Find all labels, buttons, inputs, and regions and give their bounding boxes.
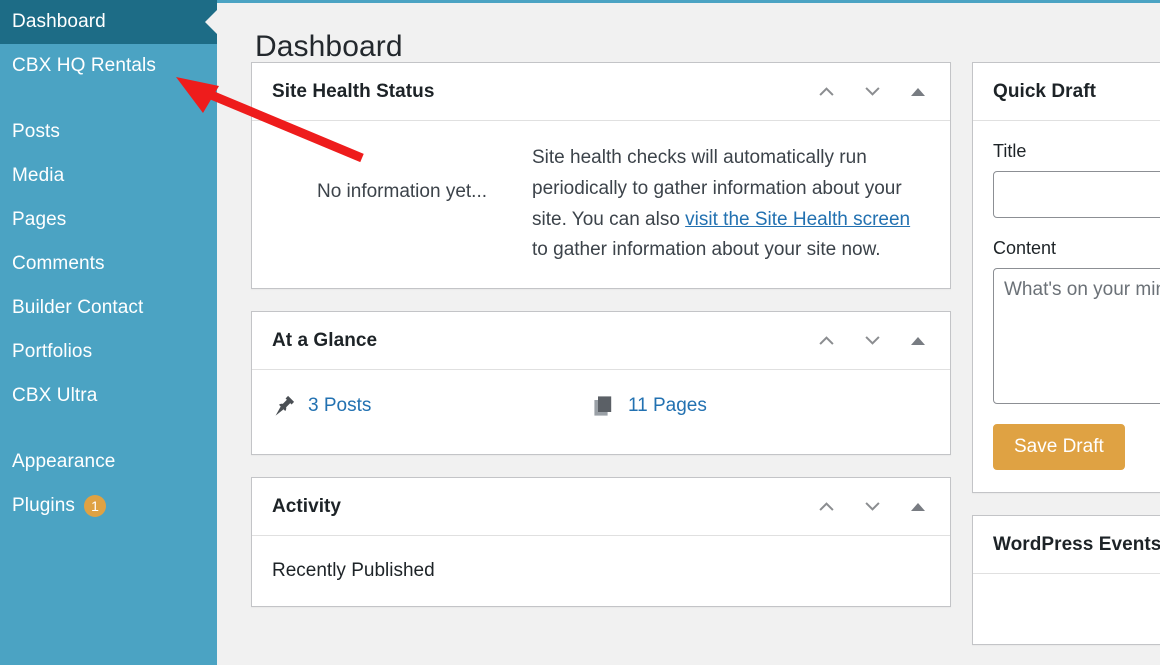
chevron-down-icon [864, 87, 880, 96]
sidebar-item-label: Pages [12, 209, 67, 230]
site-health-description: Site health checks will automatically ru… [532, 139, 930, 266]
sidebar-item-comments[interactable]: Comments [0, 242, 217, 286]
dashboard-column-main: Site Health Status No information yet...… [251, 62, 951, 665]
sidebar-item-dashboard[interactable]: Dashboard [0, 0, 217, 44]
panel-title: Quick Draft [993, 80, 1096, 102]
panel-title: At a Glance [272, 329, 378, 351]
sidebar-separator [0, 88, 217, 110]
sidebar-item-builder-contact[interactable]: Builder Contact [0, 286, 217, 330]
move-up-button[interactable] [806, 321, 846, 361]
glance-item-pages: 11 Pages [592, 394, 707, 418]
quick-draft-title-label: Title [993, 141, 1027, 161]
move-down-button[interactable] [852, 72, 892, 112]
glance-posts-link[interactable]: 3 Posts [308, 395, 371, 417]
pin-icon [275, 395, 295, 416]
sidebar-item-media[interactable]: Media [0, 154, 217, 198]
glance-pages-link[interactable]: 11 Pages [628, 395, 707, 417]
panel-body: Title Content Save Draft [973, 121, 1160, 492]
sidebar-item-label: CBX Ultra [12, 385, 98, 406]
move-up-button[interactable] [806, 487, 846, 527]
chevron-up-icon [818, 502, 834, 511]
site-health-no-info: No information yet... [316, 181, 488, 202]
triangle-up-icon [911, 336, 925, 345]
quick-draft-content-label: Content [993, 238, 1057, 258]
dashboard-content: Dashboard Site Health Status No informat… [217, 0, 1160, 665]
sidebar-item-label: Builder Contact [12, 297, 144, 318]
sidebar-item-label: Portfolios [12, 341, 93, 362]
sidebar-item-label: Comments [12, 253, 105, 274]
sidebar-item-portfolios[interactable]: Portfolios [0, 330, 217, 374]
content-top-accent-line [217, 0, 1160, 3]
panel-header: WordPress Events and News [973, 516, 1160, 574]
panel-body: 3 Posts 11 Pages [252, 370, 950, 454]
move-up-button[interactable] [806, 72, 846, 112]
panel-title: Activity [272, 495, 342, 517]
dashboard-column-side: Quick Draft Title Content Save Draft Wor… [972, 62, 1160, 665]
admin-sidebar-menu: Dashboard CBX HQ Rentals Posts Media Pages Co… [0, 0, 217, 665]
panel-header: Site Health Status [252, 63, 950, 121]
site-health-text-2: to gather information about your site no… [532, 239, 881, 261]
sidebar-separator [0, 418, 217, 440]
activity-recently-published-heading: Recently Published [272, 560, 435, 582]
wordpress-admin-screen: Dashboard CBX HQ Rentals Posts Media Pages Co… [0, 0, 1160, 665]
panel-at-a-glance: At a Glance 3 Posts 11 Pages [251, 311, 951, 456]
panel-header: Activity [252, 478, 950, 537]
chevron-down-icon [864, 502, 880, 511]
panel-activity: Activity Recently Published [251, 477, 951, 608]
toggle-panel-button[interactable] [898, 321, 938, 361]
quick-draft-title-input[interactable] [993, 171, 1160, 218]
sidebar-item-cbx-ultra[interactable]: CBX Ultra [0, 374, 217, 418]
sidebar-item-label: Appearance [12, 451, 116, 472]
panel-body: Recently Published [252, 536, 950, 606]
save-draft-button[interactable]: Save Draft [993, 424, 1125, 470]
sidebar-item-plugins[interactable]: Plugins 1 [0, 484, 217, 528]
chevron-up-icon [818, 87, 834, 96]
move-down-button[interactable] [852, 487, 892, 527]
sidebar-item-cbx-hq-rentals[interactable]: CBX HQ Rentals [0, 44, 217, 88]
triangle-up-icon [911, 502, 925, 511]
toggle-panel-button[interactable] [898, 72, 938, 112]
panel-title: WordPress Events and News [993, 533, 1160, 555]
panel-header: At a Glance [252, 312, 950, 371]
active-item-notch [205, 9, 217, 35]
dashboard-columns: Site Health Status No information yet...… [217, 62, 1160, 665]
panel-controls [806, 487, 938, 527]
panel-wordpress-events-and-news: WordPress Events and News [972, 515, 1160, 645]
chevron-down-icon [864, 336, 880, 345]
sidebar-item-label: Dashboard [12, 11, 106, 32]
sidebar-item-label: Posts [12, 121, 61, 142]
sidebar-item-appearance[interactable]: Appearance [0, 440, 217, 484]
sidebar-item-posts[interactable]: Posts [0, 110, 217, 154]
glance-item-posts: 3 Posts [272, 394, 592, 418]
panel-body: No information yet... Site health checks… [252, 121, 950, 288]
panel-quick-draft: Quick Draft Title Content Save Draft [972, 62, 1160, 493]
move-down-button[interactable] [852, 321, 892, 361]
sidebar-item-badge: 1 [84, 495, 107, 517]
chevron-up-icon [818, 336, 834, 345]
triangle-up-icon [911, 87, 925, 96]
sidebar-item-label: Media [12, 165, 65, 186]
panel-header: Quick Draft [973, 63, 1160, 121]
panel-site-health-status: Site Health Status No information yet...… [251, 62, 951, 290]
panel-controls [806, 72, 938, 112]
sidebar-item-pages[interactable]: Pages [0, 198, 217, 242]
toggle-panel-button[interactable] [898, 487, 938, 527]
site-health-screen-link[interactable]: visit the Site Health screen [685, 209, 910, 230]
panel-body [973, 574, 1160, 644]
panel-controls [806, 321, 938, 361]
quick-draft-content-textarea[interactable] [993, 268, 1160, 404]
sidebar-item-label: Plugins [12, 495, 76, 516]
page-title: Dashboard [255, 30, 403, 64]
pages-icon [594, 396, 612, 416]
panel-title: Site Health Status [272, 80, 435, 102]
sidebar-item-label: CBX HQ Rentals [12, 55, 156, 76]
